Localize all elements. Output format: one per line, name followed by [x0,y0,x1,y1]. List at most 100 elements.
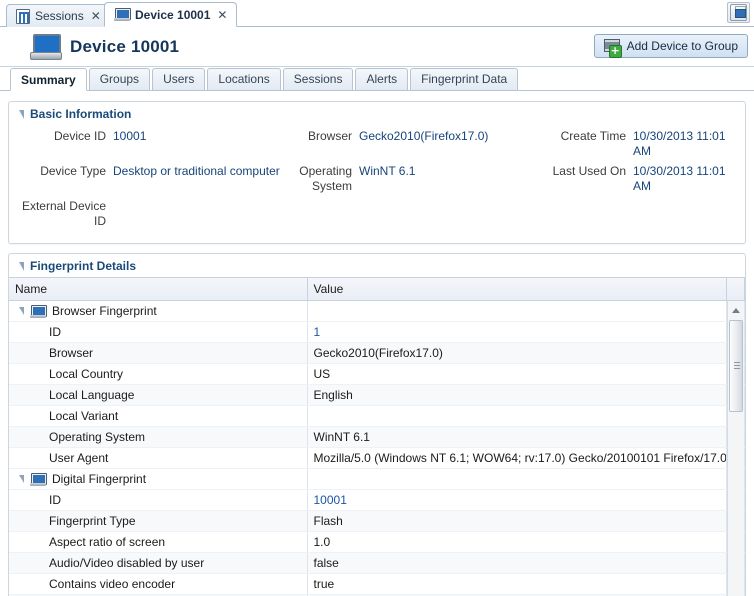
table-row[interactable]: Local Variant [9,405,745,427]
row-name-cell: Audio/Video disabled by user [9,552,308,574]
browser-tab-label: Device 10001 [135,7,211,22]
sub-tab-bar: Summary Groups Users Locations Sessions … [0,67,754,91]
device-detail-page: Sessions ✕ Device 10001 ✕ Device 10001 A… [0,0,754,596]
column-header-spacer [726,278,745,301]
laptop-icon [30,33,62,60]
summary-content: Basic Information Device ID 10001 Browse… [0,91,754,596]
table-row[interactable]: Contains video encoder true [9,573,745,595]
save-icon [730,4,747,21]
fingerprint-details-table-wrapper: Name Value Browser Fingerprint ID 1 Browser… [9,277,745,596]
collapse-triangle-icon[interactable] [19,262,24,271]
field-label-operating-system: Operating System [299,164,352,193]
fingerprint-details-header[interactable]: Fingerprint Details [9,254,745,277]
row-value-cell: English [307,384,727,406]
table-header-row: Name Value [9,278,745,301]
tab-strip: Sessions ✕ Device 10001 ✕ [0,0,754,27]
tab-fingerprint-data[interactable]: Fingerprint Data [410,68,519,90]
row-name-cell: Local Language [9,384,308,406]
row-value-cell: Gecko2010(Firefox17.0) [307,342,727,364]
row-value-cell: true [307,573,727,595]
row-name-cell: Local Country [9,363,308,385]
basic-information-header[interactable]: Basic Information [9,102,745,125]
vertical-scrollbar[interactable] [727,301,744,596]
field-value-external-device-id [113,197,285,231]
field-value-device-type: Desktop or traditional computer [113,164,280,178]
browser-tab-device-10001[interactable]: Device 10001 ✕ [104,2,238,27]
row-value-cell: WinNT 6.1 [307,426,727,448]
fingerprint-details-panel: Fingerprint Details Name Value Browser F… [8,253,746,596]
add-device-to-group-label: Add Device to Group [626,39,738,53]
row-name-cell: ID [9,321,308,343]
field-label-last-used-on: Last Used On [552,164,626,178]
tab-locations[interactable]: Locations [207,68,281,90]
row-value-cell[interactable]: 1 [307,321,727,343]
tab-summary[interactable]: Summary [10,68,87,91]
row-value-cell: Flash [307,510,727,532]
scroll-up-arrow-icon[interactable] [728,302,744,318]
table-row[interactable]: Local Country US [9,363,745,385]
monitor-icon [30,304,47,318]
browser-tab-sessions[interactable]: Sessions ✕ [6,4,111,27]
column-header-value[interactable]: Value [307,278,727,301]
field-value-device-id: 10001 [113,129,147,143]
table-row[interactable]: Browser Gecko2010(Firefox17.0) [9,342,745,364]
field-value-last-used-on: 10/30/2013 11:01 AM [633,164,726,193]
field-value-operating-system: WinNT 6.1 [359,164,416,178]
row-name-cell: Aspect ratio of screen [9,531,308,553]
table-row[interactable]: Aspect ratio of screen 1.0 [9,531,745,553]
report-icon [16,8,30,24]
add-device-to-group-button[interactable]: Add Device to Group [593,34,748,58]
field-label-browser: Browser [307,129,352,143]
expand-triangle-icon[interactable] [19,475,24,483]
row-value-cell: 1.0 [307,531,727,553]
close-icon[interactable]: ✕ [89,9,101,23]
row-value-cell: false [307,552,727,574]
collapse-triangle-icon[interactable] [19,110,24,119]
row-name-cell: Fingerprint Type [9,510,308,532]
group-value-cell [307,300,727,322]
scrollbar-thumb[interactable] [729,320,743,412]
row-name-cell: Local Variant [9,405,308,427]
save-button[interactable] [727,2,750,23]
page-title: Device 10001 [70,36,180,56]
tab-sessions[interactable]: Sessions [282,68,354,90]
table-row[interactable]: Audio/Video disabled by user false [9,552,745,574]
fingerprint-details-table: Name Value Browser Fingerprint ID 1 Browser… [9,278,745,596]
monitor-icon [30,472,47,486]
group-name-cell: Digital Fingerprint [9,468,308,490]
basic-information-fields: Device ID 10001 Browser Gecko2010(Firefo… [9,125,745,243]
table-row[interactable]: ID 1 [9,321,745,343]
add-device-to-group-icon [603,38,622,58]
tab-users[interactable]: Users [152,68,206,90]
fingerprint-details-title: Fingerprint Details [30,259,137,273]
row-name-cell: Browser [9,342,308,364]
monitor-icon [114,8,131,21]
row-name-cell: User Agent [9,447,308,469]
group-value-cell [307,468,727,490]
group-name-cell: Browser Fingerprint [9,300,308,322]
table-row[interactable]: ID 10001 [9,489,745,511]
tab-groups[interactable]: Groups [88,68,151,90]
table-row[interactable]: Fingerprint Type Flash [9,510,745,532]
close-icon[interactable]: ✕ [215,8,227,22]
table-group-row[interactable]: Digital Fingerprint [9,468,745,490]
expand-triangle-icon[interactable] [19,307,24,315]
row-value-cell[interactable]: 10001 [307,489,727,511]
field-label-device-type: Device Type [40,164,106,178]
field-label-external-device-id: External Device ID [21,199,106,228]
table-group-row[interactable]: Browser Fingerprint [9,300,745,322]
browser-tab-label: Sessions [35,9,84,23]
table-row[interactable]: Operating System WinNT 6.1 [9,426,745,448]
tab-alerts[interactable]: Alerts [355,68,409,90]
row-name-cell: ID [9,489,308,511]
group-label: Digital Fingerprint [52,472,147,486]
table-row[interactable]: User Agent Mozilla/5.0 (Windows NT 6.1; W… [9,447,745,469]
table-row[interactable]: Local Language English [9,384,745,406]
field-label-create-time: Create Time [560,129,626,143]
column-header-name[interactable]: Name [9,278,308,301]
field-label-device-id: Device ID [53,129,106,143]
page-title-group: Device 10001 [30,33,180,60]
